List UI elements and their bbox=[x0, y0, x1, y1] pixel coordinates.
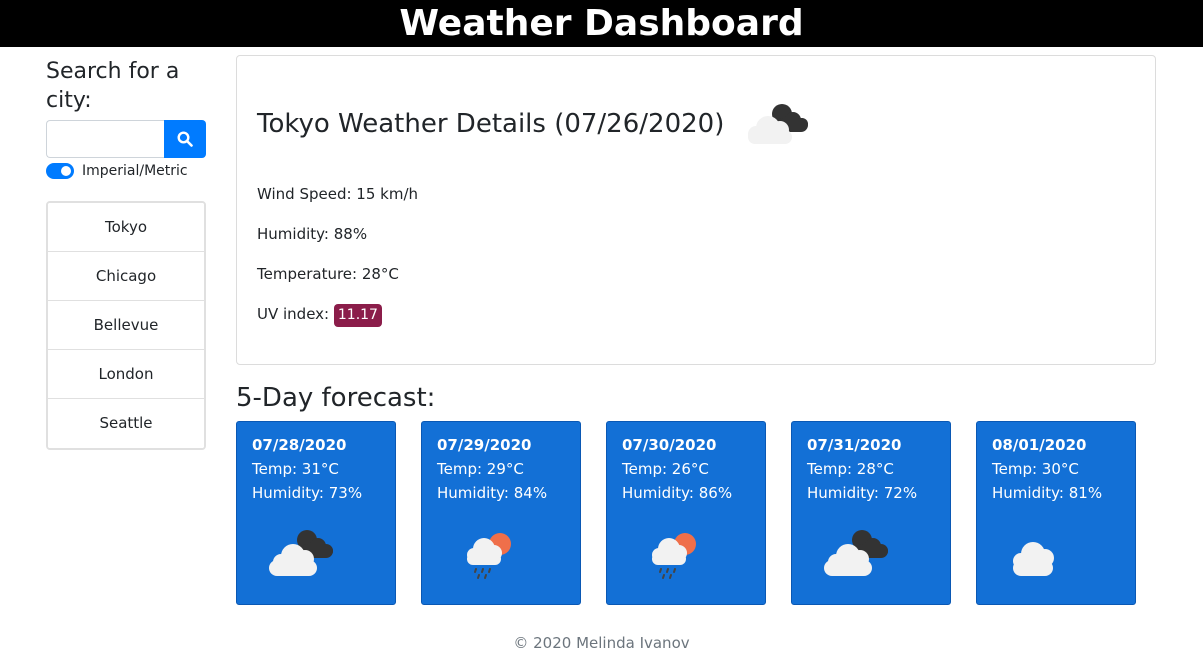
page-title: Weather Dashboard bbox=[399, 3, 804, 44]
details-header: Tokyo Weather Details (07/26/2020) bbox=[257, 84, 1135, 164]
uv-index-badge: 11.17 bbox=[333, 304, 382, 327]
search-heading: Search for a city: bbox=[46, 59, 180, 113]
forecast-card: 07/30/2020 Temp: 26°C Humidity: 86% bbox=[606, 421, 766, 605]
unit-toggle-row: Imperial/Metric bbox=[46, 161, 206, 181]
forecast-card: 07/28/2020 Temp: 31°C Humidity: 73% bbox=[236, 421, 396, 605]
forecast-temp: Temp: 31°C bbox=[252, 460, 339, 478]
city-item[interactable]: London bbox=[48, 350, 204, 399]
forecast-card: 08/01/2020 Temp: 30°C Humidity: 81% bbox=[976, 421, 1136, 605]
uv-index-row: UV index: 11.17 bbox=[257, 304, 1135, 327]
unit-toggle-switch[interactable] bbox=[46, 163, 74, 179]
forecast-cards: 07/28/2020 Temp: 31°C Humidity: 73% 07/2… bbox=[236, 421, 1136, 605]
city-history-list: Tokyo Chicago Bellevue London Seattle bbox=[46, 201, 206, 450]
uv-index-label: UV index: bbox=[257, 305, 334, 323]
forecast-date: 07/30/2020 bbox=[622, 436, 717, 454]
footer-copyright: © 2020 Melinda Ivanov bbox=[513, 634, 690, 652]
details-title: Tokyo Weather Details (07/26/2020) bbox=[257, 109, 725, 139]
temperature: Temperature: 28°C bbox=[257, 265, 399, 283]
cloudy-icon bbox=[269, 530, 333, 576]
city-item[interactable]: Chicago bbox=[48, 252, 204, 301]
cloudy-icon bbox=[748, 104, 809, 144]
forecast-date: 07/28/2020 bbox=[252, 436, 347, 454]
page-header: Weather Dashboard bbox=[0, 0, 1203, 47]
forecast-humidity: Humidity: 72% bbox=[807, 484, 918, 502]
forecast-humidity: Humidity: 81% bbox=[992, 484, 1103, 502]
search-icon bbox=[177, 131, 193, 147]
sidebar: Search for a city: Imperial/Metric Tokyo… bbox=[46, 57, 206, 450]
city-item[interactable]: Tokyo bbox=[48, 203, 204, 252]
forecast-date: 07/31/2020 bbox=[807, 436, 902, 454]
rain-sun-icon bbox=[652, 533, 696, 579]
forecast-humidity: Humidity: 86% bbox=[622, 484, 733, 502]
forecast-card: 07/29/2020 Temp: 29°C Humidity: 84% bbox=[421, 421, 581, 605]
city-item[interactable]: Seattle bbox=[48, 399, 204, 448]
forecast-humidity: Humidity: 73% bbox=[252, 484, 363, 502]
current-weather-panel: Tokyo Weather Details (07/26/2020) Wind … bbox=[236, 55, 1156, 365]
forecast-temp: Temp: 29°C bbox=[437, 460, 524, 478]
forecast-temp: Temp: 30°C bbox=[992, 460, 1079, 478]
search-row bbox=[46, 120, 206, 158]
forecast-date: 07/29/2020 bbox=[437, 436, 532, 454]
search-input[interactable] bbox=[46, 120, 164, 158]
forecast-title: 5-Day forecast: bbox=[236, 383, 436, 413]
cloudy-icon bbox=[824, 530, 888, 576]
rain-sun-icon bbox=[467, 533, 511, 579]
forecast-humidity: Humidity: 84% bbox=[437, 484, 548, 502]
city-item[interactable]: Bellevue bbox=[48, 301, 204, 350]
cloud-icon bbox=[1013, 542, 1054, 576]
search-button[interactable] bbox=[164, 120, 206, 158]
wind-speed: Wind Speed: 15 km/h bbox=[257, 185, 419, 203]
unit-toggle-label: Imperial/Metric bbox=[82, 163, 188, 179]
forecast-card: 07/31/2020 Temp: 28°C Humidity: 72% bbox=[791, 421, 951, 605]
humidity: Humidity: 88% bbox=[257, 225, 368, 243]
forecast-temp: Temp: 26°C bbox=[622, 460, 709, 478]
forecast-temp: Temp: 28°C bbox=[807, 460, 894, 478]
forecast-date: 08/01/2020 bbox=[992, 436, 1087, 454]
